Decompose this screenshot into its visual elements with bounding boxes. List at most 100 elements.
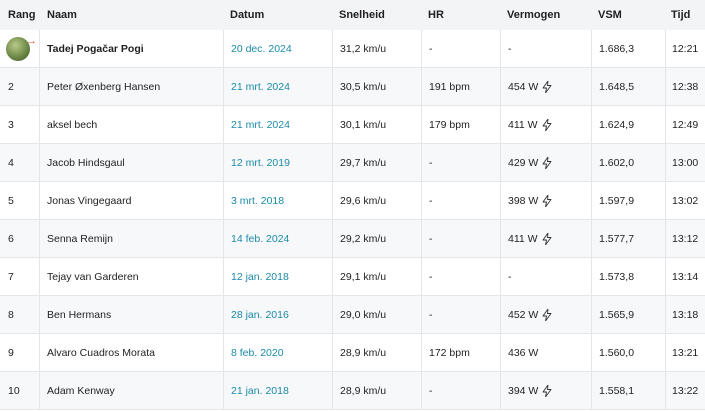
power-cell: 436 W [500,334,591,371]
vsm-cell: 1.648,5 [591,68,665,105]
speed-cell: 30,5 km/u [340,80,387,93]
header-name[interactable]: Naam [40,0,223,30]
table-row[interactable]: 2 Peter Øxenberg Hansen 21 mrt. 2024 30,5 k… [0,68,705,106]
lightning-bolt-icon[interactable] [542,384,552,397]
athlete-name: Jacob Hindsgaul [47,156,125,169]
speed-cell-cell: 29,0 km/u [332,296,421,333]
time-cell: 12:49 [665,106,705,143]
power-value: 394 W [508,384,539,397]
speed-cell: 29,1 km/u [340,270,387,283]
speed-cell-cell: 31,2 km/u [332,30,421,67]
header-vsm[interactable]: VSM [591,0,665,30]
vsm-cell: 1.602,0 [591,144,665,181]
activity-date-link[interactable]: 21 jan. 2018 [231,385,289,397]
speed-cell: 29,2 km/u [340,232,387,245]
time-cell: 13:12 [665,220,705,257]
header-speed[interactable]: Snelheid [332,0,421,30]
speed-cell: 28,9 km/u [340,346,387,359]
table-row[interactable]: 3 aksel bech 21 mrt. 2024 30,1 km/u 179 bpm 4… [0,106,705,144]
header-power[interactable]: Vermogen [500,0,591,30]
activity-date-link[interactable]: 28 jan. 2016 [231,309,289,321]
heart-rate-cell: 191 bpm [429,80,470,93]
power-wrap: 394 W [508,384,552,397]
power-cell: 394 W [500,372,591,409]
time-cell: 13:00 [665,144,705,181]
heart-rate-cell-cell: 172 bpm [421,334,500,371]
activity-date-link[interactable]: 3 mrt. 2018 [231,195,284,207]
table-row[interactable]: 5 Jonas Vingegaard 3 mrt. 2018 29,6 km/u - 39… [0,182,705,220]
speed-cell-cell: 30,5 km/u [332,68,421,105]
power-value: - [508,42,512,55]
speed-cell-cell: 29,2 km/u [332,220,421,257]
power-cell: 429 W [500,144,591,181]
speed-cell: 29,6 km/u [340,194,387,207]
speed-cell-cell: 29,6 km/u [332,182,421,219]
speed-cell: 30,1 km/u [340,118,387,131]
power-wrap: 411 W [508,232,552,245]
lightning-bolt-icon[interactable] [542,156,552,169]
activity-date-link[interactable]: 12 jan. 2018 [231,271,289,283]
heart-rate-cell-cell: - [421,258,500,295]
athlete-name-cell: Tadej Pogačar Pogi [40,30,223,67]
rank-cell: 4 [0,144,40,181]
power-wrap: 454 W [508,80,552,93]
table-row[interactable]: 10 Adam Kenway 21 jan. 2018 28,9 km/u - 394 W… [0,372,705,410]
rank-cell: 9 [0,334,40,371]
heart-rate-cell-cell: - [421,220,500,257]
table-header-row: Rang Naam Datum Snelheid HR Vermogen VSM… [0,0,705,31]
lightning-bolt-icon[interactable] [542,194,552,207]
activity-date-link-cell: 12 jan. 2018 [223,258,332,295]
lightning-bolt-icon[interactable] [542,232,552,245]
lightning-bolt-icon[interactable] [542,118,552,131]
activity-date-link-cell: 3 mrt. 2018 [223,182,332,219]
activity-date-link[interactable]: 8 feb. 2020 [231,347,284,359]
power-cell: 411 W [500,106,591,143]
power-wrap: 429 W [508,156,552,169]
header-date[interactable]: Datum [223,0,332,30]
activity-date-link-cell: 21 mrt. 2024 [223,106,332,143]
activity-date-link-cell: 8 feb. 2020 [223,334,332,371]
power-value: 398 W [508,194,539,207]
table-row[interactable]: 7 Tejay van Garderen 12 jan. 2018 29,1 km/u… [0,258,705,296]
speed-cell-cell: 29,7 km/u [332,144,421,181]
power-value: 436 W [508,346,539,359]
athlete-name-cell: aksel bech [40,106,223,143]
power-value: - [508,270,512,283]
activity-date-link[interactable]: 20 dec. 2024 [231,43,292,55]
rank-cell: 7 [0,258,40,295]
athlete-name: Adam Kenway [47,384,115,397]
lightning-bolt-icon[interactable] [542,308,552,321]
heart-rate-cell: - [429,42,433,55]
activity-date-link-cell: 20 dec. 2024 [223,30,332,67]
table-row[interactable]: 9 Alvaro Cuadros Morata 8 feb. 2020 28,9 km… [0,334,705,372]
athlete-name-cell: Jonas Vingegaard [40,182,223,219]
activity-date-link[interactable]: 21 mrt. 2024 [231,119,290,131]
table-row[interactable]: 8 Ben Hermans 28 jan. 2016 29,0 km/u - 452 W 1… [0,296,705,334]
heart-rate-cell-cell: 179 bpm [421,106,500,143]
header-time[interactable]: Tijd [665,0,705,30]
vsm-cell: 1.565,9 [591,296,665,333]
activity-date-link-cell: 28 jan. 2016 [223,296,332,333]
lightning-bolt-icon[interactable] [542,80,552,93]
heart-rate-cell: - [429,194,433,207]
activity-date-link[interactable]: 12 mrt. 2019 [231,157,290,169]
rank-cell: 10 [0,372,40,409]
power-cell: 454 W [500,68,591,105]
header-rank[interactable]: Rang [0,0,40,30]
time-cell: 12:38 [665,68,705,105]
power-wrap: 411 W [508,118,552,131]
rank-cell: 8 [0,296,40,333]
athlete-name: aksel bech [47,118,98,131]
avatar[interactable]: → [6,35,37,61]
heart-rate-cell: - [429,156,433,169]
vsm-cell: 1.577,7 [591,220,665,257]
table-row[interactable]: 4 Jacob Hindsgaul 12 mrt. 2019 29,7 km/u - 42… [0,144,705,182]
athlete-name: Tadej Pogačar Pogi [47,42,144,55]
activity-date-link[interactable]: 14 feb. 2024 [231,233,289,245]
table-row[interactable]: → Tadej Pogačar Pogi 20 dec. 2024 31,2 km/u… [0,30,705,68]
power-cell: 398 W [500,182,591,219]
activity-date-link[interactable]: 21 mrt. 2024 [231,81,290,93]
athlete-name: Peter Øxenberg Hansen [47,80,161,93]
table-row[interactable]: 6 Senna Remijn 14 feb. 2024 29,2 km/u - 411 W… [0,220,705,258]
header-hr[interactable]: HR [421,0,500,30]
